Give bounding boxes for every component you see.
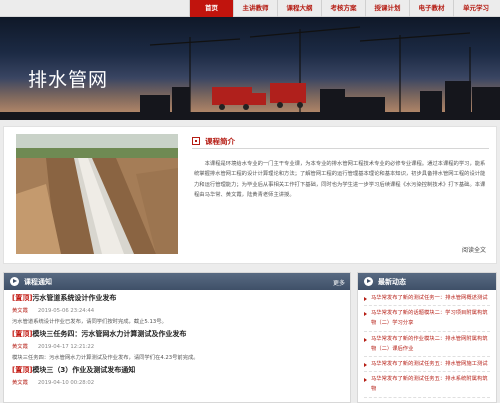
course-intro-panel: 课程简介 本课程是环境给水专业的一门主干专业课，为本专业的排水管网工程技术专业的…	[3, 126, 497, 264]
arrow-circle-icon	[364, 277, 373, 286]
dynamics-list: 马华常发布了新的测试任务一：排水管网概述测试 马华常发布了新的话题模块二：学习项…	[358, 290, 496, 398]
intro-description: 本课程是环境给水专业的一门主干专业课，为本专业的排水管网工程技术专业的必修专业课…	[194, 161, 486, 198]
notice-meta: 黄文霞 2019-04-10 00:28:02	[12, 378, 342, 386]
intro-heading: 课程简介	[205, 137, 235, 146]
arrow-circle-icon	[10, 277, 19, 286]
notice-list: [置顶]污水管道系统设计作业发布 黄文霞 2019-05-06 23:24:44 …	[4, 290, 350, 401]
notice-author[interactable]: 黄文霞	[12, 308, 28, 314]
notice-more-link[interactable]: 更多	[333, 278, 345, 287]
latest-dynamics-panel: 最新动态 马华常发布了新的测试任务一：排水管网概述测试 马华常发布了新的话题模块…	[357, 272, 497, 403]
notice-item: [置顶]模块三任务四：污水管网水力计算测试及作业发布 黄文霞 2019-04-17…	[12, 329, 342, 365]
read-more-link[interactable]: 阅读全文	[462, 245, 486, 254]
dynamics-heading: 最新动态	[378, 278, 406, 286]
notice-time: 2019-05-06 23:24:44	[37, 308, 95, 314]
notice-title-link[interactable]: [置顶]模块三任务四：污水管网水力计算测试及作业发布	[12, 329, 342, 339]
notice-author[interactable]: 黄文霞	[12, 344, 28, 350]
section-square-icon	[192, 137, 200, 145]
tab-teaching-plan[interactable]: 授课计划	[365, 0, 409, 17]
tab-unit-learning[interactable]: 单元学习	[453, 0, 498, 17]
notice-title-link[interactable]: [置顶]污水管道系统设计作业发布	[12, 293, 342, 303]
dynamics-item[interactable]: 马华常发布了新的作业模块二：排水管网附属构筑物（二）课后作业	[364, 334, 490, 358]
dynamics-item[interactable]: 马华常发布了新的测试任务五：排水管网施工测试	[364, 359, 490, 373]
notice-title-link[interactable]: [置顶]模块三（3）作业及测试发布通知	[12, 365, 342, 375]
intro-heading-bar: 课程简介	[192, 135, 489, 149]
pinned-tag: [置顶]	[12, 366, 33, 374]
notice-author[interactable]: 黄文霞	[12, 380, 28, 386]
tab-assessment[interactable]: 考核方案	[321, 0, 365, 17]
notice-item: [置顶]污水管道系统设计作业发布 黄文霞 2019-05-06 23:24:44 …	[12, 293, 342, 329]
tab-syllabus[interactable]: 课程大纲	[277, 0, 321, 17]
notice-meta: 黄文霞 2019-04-17 12:21:22	[12, 342, 342, 350]
nav-tabs: 首页 主讲教师 课程大纲 考核方案 授课计划 电子教材 单元学习	[189, 0, 498, 17]
notice-summary: 污水管道系统设计作业已发布，请同学们按时完成，截止5.13号。	[12, 319, 167, 325]
site-title: 排水管网	[28, 69, 109, 91]
notice-title: 污水管道系统设计作业发布	[32, 294, 117, 302]
notice-time: 2019-04-17 12:21:22	[37, 344, 95, 350]
course-notice-panel: 课程通知 更多 [置顶]污水管道系统设计作业发布 黄文霞 2019-05-06 2…	[3, 272, 351, 403]
tab-home[interactable]: 首页	[189, 0, 233, 17]
notice-title: 模块三任务四：污水管网水力计算测试及作业发布	[32, 330, 187, 338]
top-nav: 首页 主讲教师 课程大纲 考核方案 授课计划 电子教材 单元学习	[0, 0, 500, 17]
notice-summary: 模块三任务四：污水管网水力计算测试及作业发布，请同学们在4.23号前完成。	[12, 355, 199, 361]
banner: 排水管网	[0, 17, 500, 120]
dynamics-item[interactable]: 马华常发布了新的测试任务一：排水管网概述测试	[364, 293, 490, 307]
notice-heading: 课程通知	[24, 278, 52, 286]
course-photo	[16, 134, 178, 254]
dynamics-header: 最新动态	[358, 273, 496, 290]
tab-ebook[interactable]: 电子教材	[409, 0, 453, 17]
notice-meta: 黄文霞 2019-05-06 23:24:44	[12, 306, 342, 314]
notice-item: [置顶]模块三（3）作业及测试发布通知 黄文霞 2019-04-10 00:28:…	[12, 365, 342, 401]
dynamics-item[interactable]: 马华常发布了新的话题模块二：学习项目附属构筑物（二）学习分享	[364, 308, 490, 332]
dynamics-item[interactable]: 马华常发布了新的测试任务五：排水系统附属构筑物	[364, 374, 490, 398]
notice-time: 2019-04-10 00:28:02	[37, 380, 95, 386]
notice-title: 模块三（3）作业及测试发布通知	[32, 366, 136, 374]
pinned-tag: [置顶]	[12, 330, 33, 338]
pinned-tag: [置顶]	[12, 294, 33, 302]
notice-header: 课程通知 更多	[4, 273, 350, 290]
tab-lecturers[interactable]: 主讲教师	[233, 0, 277, 17]
